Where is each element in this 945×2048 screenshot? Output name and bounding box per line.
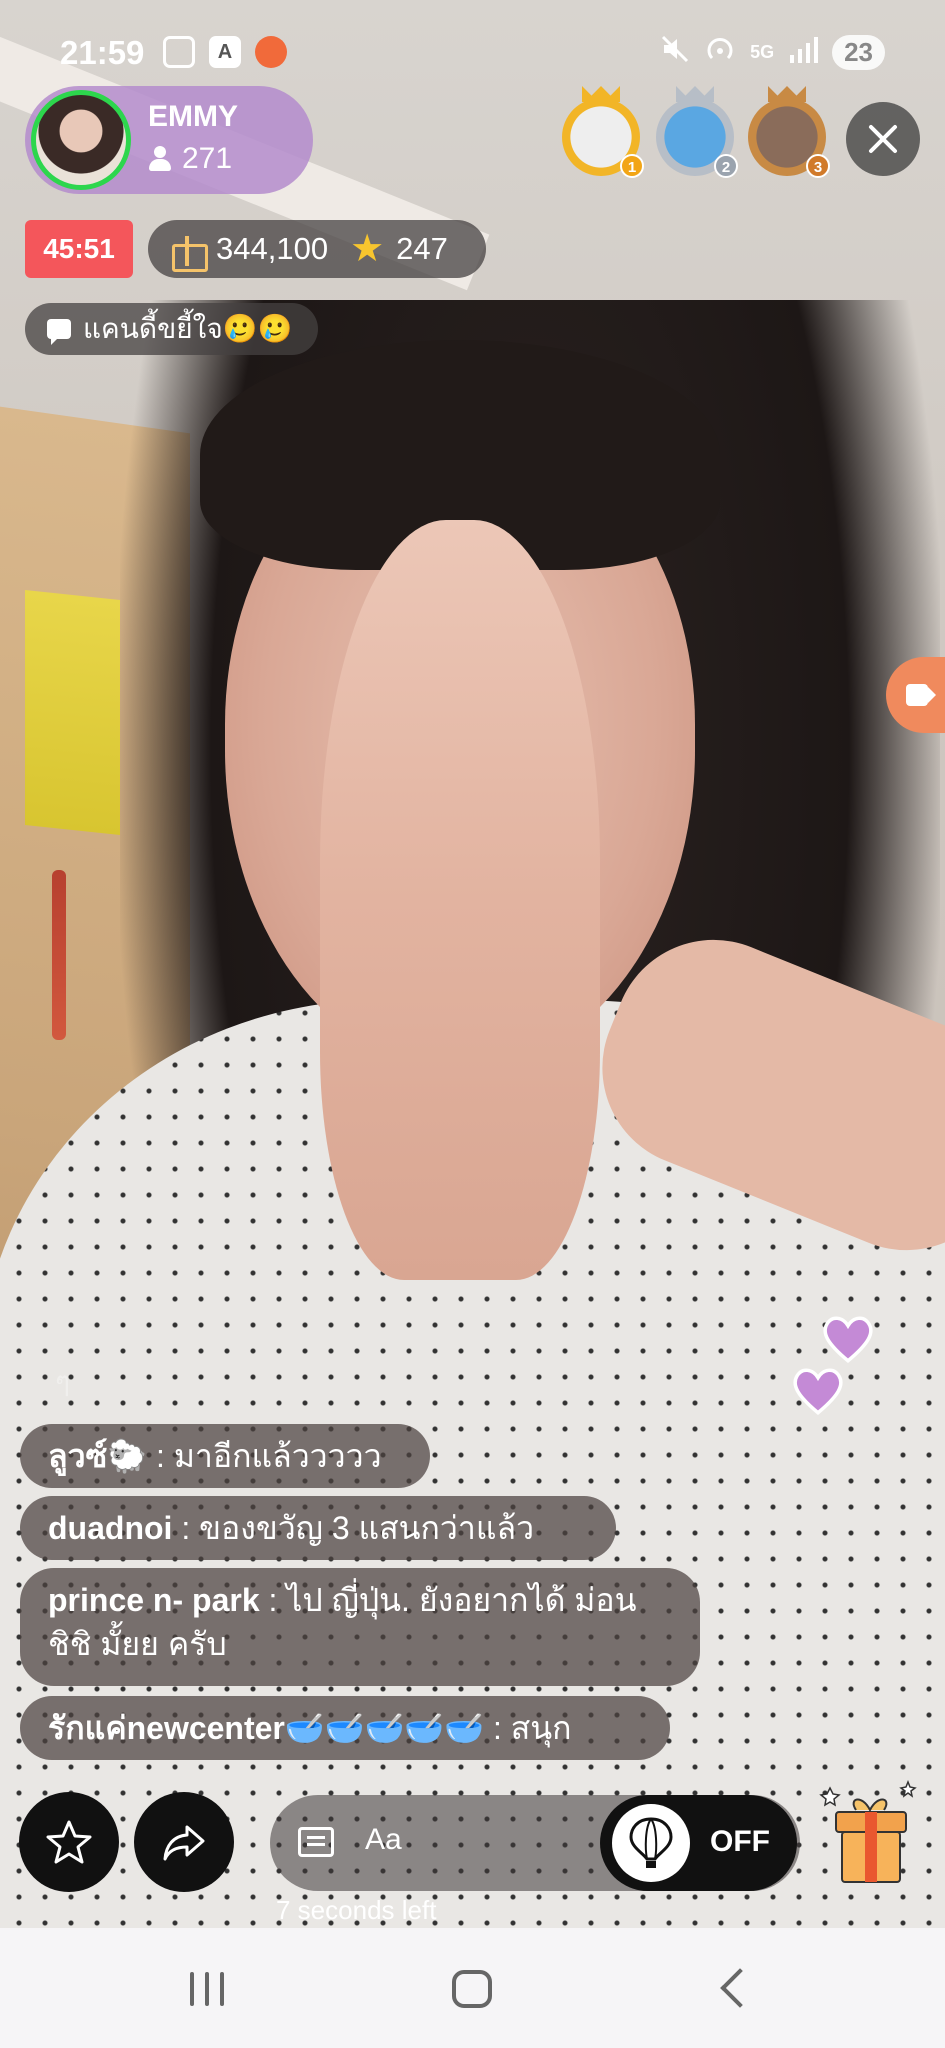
balloon-toggle-label: OFF (710, 1825, 770, 1858)
pinned-message-text: แคนดี้ขยี้ใจ🥲🥲 (83, 313, 293, 344)
star-outline-icon (46, 1820, 92, 1864)
share-arrow-icon (163, 1825, 205, 1861)
viewer-count: 271 (148, 142, 232, 176)
wall-ornament (52, 870, 66, 1040)
balloon-toggle[interactable]: OFF (600, 1795, 797, 1891)
wall-poster (25, 590, 120, 835)
chat-username[interactable]: รักแค่newcenter🥣🥣🥣🥣🥣 (48, 1710, 484, 1746)
pinned-message[interactable]: แคนดี้ขยี้ใจ🥲🥲 (25, 303, 318, 355)
navigation-bar (0, 1928, 945, 2048)
comment-icon (298, 1827, 334, 1857)
host-avatar[interactable] (31, 90, 131, 190)
hot-air-balloon-icon (629, 1817, 673, 1868)
rank-badge: 1 (620, 154, 644, 178)
person-icon (148, 146, 172, 172)
close-button[interactable] (846, 102, 920, 176)
comment-placeholder: Aa (365, 1823, 402, 1856)
mute-icon (660, 34, 690, 70)
star-icon: ★ (350, 228, 385, 270)
streamer-hands (320, 520, 600, 1280)
countdown-text: 7 seconds left (276, 1895, 437, 1925)
gift-icon (170, 232, 208, 272)
heart-icon (820, 1310, 876, 1366)
status-time: 21:59 (60, 34, 145, 71)
network-label: 5G (750, 41, 775, 62)
chat-message[interactable]: duadnoi : ของขวัญ 3 แสนกว่าแล้ว (20, 1496, 616, 1560)
signal-icon (788, 35, 819, 69)
gifts-count: 344,100 (216, 231, 329, 266)
chat-text: : สนุก (484, 1710, 572, 1746)
favorite-button[interactable] (19, 1792, 119, 1892)
chat-message[interactable]: รักแค่newcenter🥣🥣🥣🥣🥣 : สนุก (20, 1696, 670, 1760)
stars-count: 247 (396, 231, 448, 266)
rank-badge: 2 (714, 154, 738, 178)
chat-username[interactable]: prince n- park (48, 1582, 269, 1618)
chat-username[interactable]: ลูวซ์🐑 (48, 1438, 147, 1474)
chat-bubble-icon (47, 319, 71, 345)
viewer-count-value: 271 (182, 142, 233, 175)
home-button[interactable] (452, 1970, 492, 2008)
share-button[interactable] (134, 1792, 234, 1892)
chat-faded-message: ๆ (55, 1366, 71, 1397)
gift-button[interactable] (818, 1779, 926, 1892)
host-profile-chip[interactable]: EMMY 271 (25, 86, 313, 194)
live-stats[interactable]: 344,100 ★ 247 (148, 220, 486, 278)
rank-badge: 3 (806, 154, 830, 178)
battery-indicator: 23 (832, 34, 885, 70)
screen-record-icon (255, 36, 287, 68)
chat-text: : มาอีกแล้ววววว (147, 1438, 382, 1474)
live-timer: 45:51 (25, 220, 133, 278)
recents-button[interactable] (190, 1972, 226, 2006)
top-viewer-2-avatar[interactable]: 2 (656, 86, 738, 178)
chat-message[interactable]: ลูวซ์🐑 : มาอีกแล้ววววว (20, 1424, 430, 1488)
top-viewer-3-avatar[interactable]: 3 (748, 86, 830, 178)
heart-icon (790, 1362, 846, 1418)
back-button[interactable] (720, 1968, 760, 2008)
chat-username[interactable]: duadnoi (48, 1510, 172, 1546)
app-icon: A (209, 36, 241, 68)
top-viewer-1-avatar[interactable]: 1 (562, 86, 644, 178)
chat-text: : ของขวัญ 3 แสนกว่าแล้ว (172, 1510, 535, 1546)
gift-box-icon (819, 1779, 917, 1883)
chat-message[interactable]: prince n- park : ไป ญี่ปุ่น. ยังอยากได้ … (20, 1568, 700, 1686)
status-bar: 21:59 A 5G 23 (0, 30, 945, 80)
screenshot-icon (163, 36, 195, 68)
hotspot-icon (704, 34, 736, 70)
host-name: EMMY (148, 100, 238, 133)
